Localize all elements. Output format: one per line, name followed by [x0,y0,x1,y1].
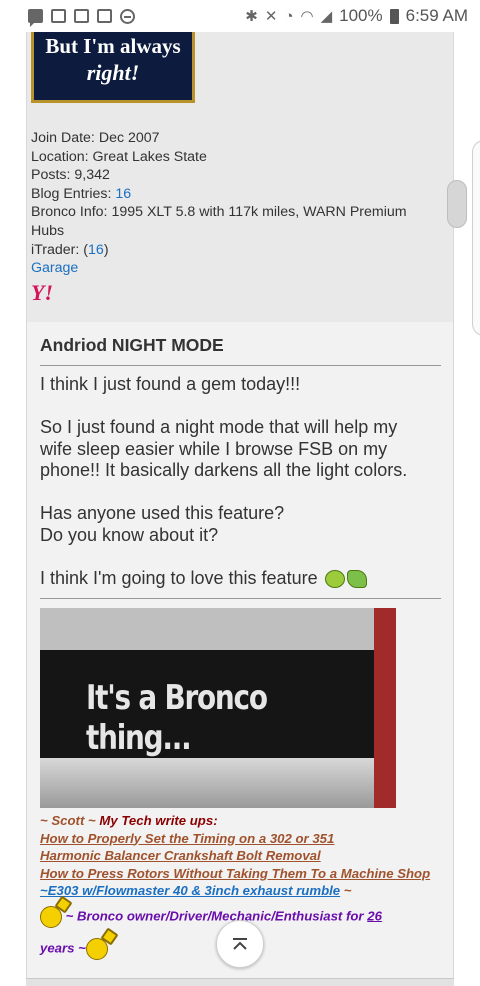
post-line: I think I just found a gem today!!! [40,374,301,394]
laughing-emoji-icon [324,569,345,588]
post: Andriod NIGHT MODE I think I just found … [26,322,454,986]
avatar[interactable]: But I'm always right! [31,32,195,103]
avatar-text-line2: right! [86,60,140,85]
blog-entries: Blog Entries: 16 [31,185,441,204]
user-info-panel: But I'm always right! Join Date: Dec 200… [26,32,454,322]
itrader: iTrader: (16) [31,241,441,260]
title-divider [40,365,441,366]
e303-tail: ~ [340,883,352,898]
scroll-thumb[interactable] [447,180,467,228]
itrader-label: iTrader: ( [31,241,89,258]
tech-link-rotors[interactable]: How to Press Rotors Without Taking Them … [40,866,430,881]
minus-circle-icon [120,8,135,24]
rocker-smiley-icon-2 [85,937,108,960]
blog-entries-link[interactable]: 16 [115,186,131,202]
thumbs-up-emoji-icon [346,569,367,588]
post-line: I think I'm going to love this feature [40,567,318,588]
signal-icon: ◢ [320,8,333,25]
bronco-info: Bronco Info: 1995 XLT 5.8 with 117k mile… [31,204,407,221]
sig-name: ~ Scott ~ [40,813,96,828]
post-line: So I just found a night mode that will h… [40,417,398,437]
post-line: wife sleep easier while I browse FSB on … [40,438,388,459]
tech-link-harmonic-balancer[interactable]: Harmonic Balancer Crankshaft Bolt Remova… [40,848,321,863]
signature-image: It's a Bronco thing... [40,608,396,808]
rocker-smiley-icon [40,905,62,928]
post-count: Posts: 9,342 [31,167,110,184]
battery-percent: 100% [339,6,383,25]
lock-icon [51,9,66,23]
image-caption: It's a Bronco thing... [86,678,268,758]
battery-icon [389,8,399,24]
post-line: Has anyone used this feature? [40,503,285,523]
sig-years: years ~ [40,939,86,955]
post-line: Do you know about it? [40,524,219,545]
wifi-icon: ◠ [300,8,314,25]
post-line: phone!! It basically darkens all the lig… [40,460,408,480]
chevron-up-icon [233,938,247,950]
post-line-last: I think I'm going to love this feature [40,568,440,590]
signature-divider [40,598,441,599]
garage-link[interactable]: Garage [31,260,78,276]
bronco-info-cont: Hubs [31,222,65,239]
itrader-link[interactable]: 16 [88,242,104,258]
yahoo-icon[interactable]: Y! [31,280,53,306]
image-icon [97,9,112,23]
status-bar: ✱ ✕ ◔ ◠ ◢ 100% 6:59 AM [0,0,480,32]
next-post-edge [26,978,454,986]
post-body: I think I just found a gem today!!! So I… [40,374,440,589]
avatar-text-line1: But I'm always [45,34,181,58]
chat-icon [28,9,43,27]
clock: 6:59 AM [405,6,468,25]
sig-owner: ~ Bronco owner/Driver/Mechanic/Enthusias… [65,907,368,923]
alarm-icon: ◔ [284,7,294,25]
tech-link-timing[interactable]: How to Properly Set the Timing on a 302 … [40,831,334,846]
mail-icon [74,9,89,23]
user-details: Join Date: Dec 2007 Location: Great Lake… [31,129,441,278]
edge-panel-handle[interactable] [472,140,480,336]
years-link[interactable]: 26 [367,908,382,923]
post-title: Andriod NIGHT MODE [40,335,224,355]
blog-entries-label: Blog Entries: [31,185,116,202]
location: Location: Great Lakes State [31,148,207,165]
scroll-to-top-button[interactable] [216,920,264,968]
itrader-close: ) [103,241,109,258]
sig-tech-label: My Tech write ups: [99,813,218,828]
e303-link[interactable]: ~E303 w/Flowmaster 40 & 3inch exhaust ru… [40,883,340,898]
join-date: Join Date: Dec 2007 [31,130,160,146]
bluetooth-icon: ✱ [245,8,258,25]
mute-icon: ✕ [264,8,278,25]
